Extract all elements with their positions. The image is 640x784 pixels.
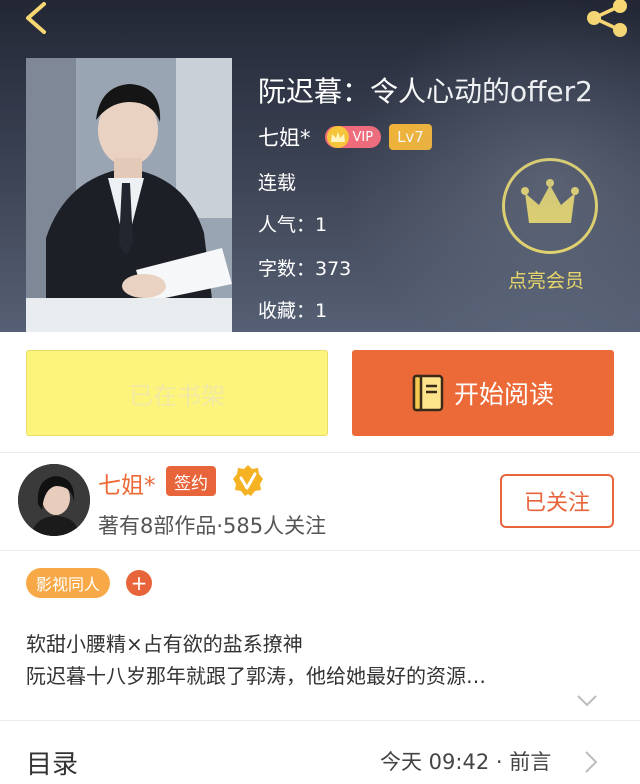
divider (0, 720, 640, 721)
author-info-row: 七姐* VIP Lv7 (258, 122, 432, 152)
follow-button[interactable]: 已关注 (500, 474, 614, 528)
genre-tag[interactable]: 影视同人 (26, 568, 111, 598)
start-reading-label: 开始阅读 (453, 380, 554, 409)
description-line: 软甜小腰精×占有欲的盐系撩神 (26, 632, 303, 656)
favorites-count: 收藏：1 (258, 300, 328, 322)
add-tag-button[interactable]: + (126, 570, 152, 596)
cover-illustration (26, 58, 232, 332)
book-cover[interactable] (26, 58, 232, 332)
description-line: 阮迟暮十八岁那年就跟了郭涛，他给她最好的资源… (26, 664, 486, 688)
member-button[interactable] (502, 158, 598, 254)
start-reading-button[interactable]: 开始阅读 (352, 350, 614, 436)
signed-badge: 签约 (166, 466, 216, 496)
crown-icon (521, 179, 579, 223)
member-label[interactable]: 点亮会员 (508, 266, 584, 293)
word-count: 字数：373 (258, 258, 352, 280)
level-badge: Lv7 (389, 124, 432, 150)
in-shelf-button[interactable]: 已在书架 (26, 350, 328, 436)
serial-status: 连载 (258, 172, 297, 194)
author-name[interactable]: 七姐* (258, 122, 311, 152)
author-stats: 著有8部作品·585人关注 (98, 514, 327, 538)
book-title: 阮迟暮：令人心动的offer2 (258, 75, 593, 108)
toc-label[interactable]: 目录 (26, 744, 78, 781)
in-shelf-label: 已在书架 (129, 381, 225, 410)
divider (0, 550, 640, 551)
author-avatar[interactable] (18, 464, 90, 536)
author-block-name[interactable]: 七姐* (98, 466, 156, 500)
back-arrow-icon[interactable] (18, 0, 58, 40)
popularity: 人气：1 (258, 214, 328, 236)
verified-icon (233, 465, 263, 496)
book-icon (412, 374, 444, 412)
vip-badge: VIP (324, 126, 382, 148)
chevron-right-icon[interactable] (584, 750, 598, 774)
share-icon[interactable] (582, 0, 630, 38)
book-header: 阮迟暮：令人心动的offer2 七姐* VIP Lv7 连载 人气：1 字数：3… (0, 0, 640, 332)
vip-label: VIP (352, 129, 374, 145)
chevron-down-icon[interactable] (576, 694, 598, 708)
divider (0, 452, 640, 453)
crown-icon (326, 126, 349, 148)
toc-latest-chapter[interactable]: 今天 09:42 · 前言 (380, 746, 551, 776)
